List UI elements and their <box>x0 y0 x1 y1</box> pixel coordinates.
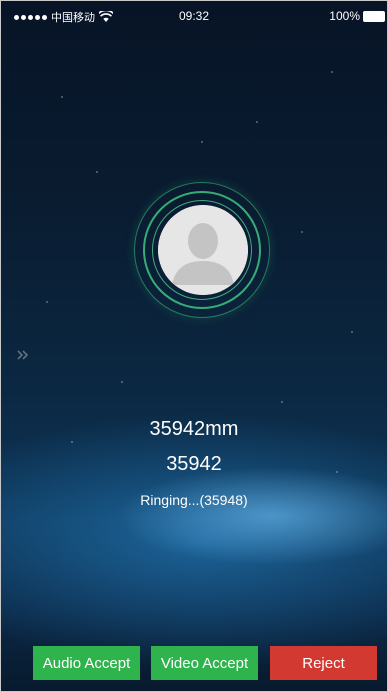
call-status: Ringing...(35948) <box>140 492 248 508</box>
avatar-placeholder-icon <box>158 205 248 295</box>
double-chevron-right-icon[interactable] <box>17 349 31 361</box>
caller-avatar <box>158 205 248 295</box>
status-bar: 中国移动 09:32 100% <box>1 1 387 31</box>
audio-accept-button[interactable]: Audio Accept <box>33 646 140 680</box>
video-accept-button[interactable]: Video Accept <box>151 646 258 680</box>
battery-group: 100% <box>329 9 385 23</box>
caller-name: 35942mm <box>149 418 239 440</box>
battery-icon <box>363 10 385 22</box>
reject-button[interactable]: Reject <box>270 646 377 680</box>
battery-percentage: 100% <box>329 9 360 23</box>
incoming-call-screen: 中国移动 09:32 100% 35942mm 35942 Ringing...… <box>0 0 388 692</box>
caller-number: 35942 <box>166 453 222 475</box>
